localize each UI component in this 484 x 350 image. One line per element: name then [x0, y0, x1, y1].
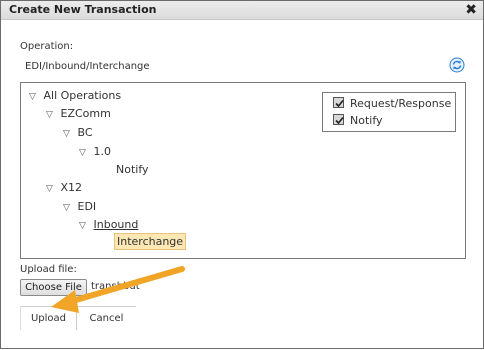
selected-file-name: transhbut — [91, 281, 140, 292]
tree-node-label: X12 — [60, 181, 83, 194]
dialog-button-bar: Upload Cancel — [20, 306, 136, 330]
tree-node-ezcomm[interactable]: ▽ EZComm — [46, 107, 111, 120]
dialog-title: Create New Transaction — [9, 3, 157, 16]
tree-node-edi[interactable]: ▽ EDI — [63, 200, 96, 213]
notify-checkbox-row[interactable]: Notify — [333, 114, 383, 127]
tree-node-notify[interactable]: Notify — [116, 163, 149, 176]
tree-node-label: EZComm — [60, 107, 111, 120]
request-response-checkbox[interactable] — [333, 97, 344, 108]
cancel-button[interactable]: Cancel — [77, 306, 136, 330]
tree-node-1-0[interactable]: ▽ 1.0 — [79, 145, 111, 158]
tree-node-label: All Operations — [43, 89, 122, 102]
tree-node-label: BC — [77, 126, 93, 139]
tree-node-inbound[interactable]: ▽ Inbound — [79, 218, 138, 231]
operation-label: Operation: — [20, 41, 74, 52]
create-transaction-dialog: Create New Transaction ✖ Operation: EDI/… — [0, 0, 484, 349]
request-response-checkbox-row[interactable]: Request/Response — [333, 97, 451, 110]
expand-triangle-icon[interactable]: ▽ — [46, 184, 57, 194]
tree-node-label: EDI — [77, 200, 97, 213]
expand-triangle-icon[interactable]: ▽ — [79, 148, 90, 158]
close-icon[interactable]: ✖ — [465, 1, 477, 19]
operation-path: EDI/Inbound/Interchange — [25, 61, 150, 72]
refresh-icon[interactable] — [449, 57, 465, 73]
expand-triangle-icon[interactable]: ▽ — [79, 221, 90, 231]
filter-checkboxes: Request/Response Notify — [322, 92, 456, 132]
choose-file-button[interactable]: Choose File — [20, 279, 87, 296]
tree-node-x12[interactable]: ▽ X12 — [46, 181, 82, 194]
tree-node-bc[interactable]: ▽ BC — [63, 126, 93, 139]
tree-node-all-operations[interactable]: ▽ All Operations — [29, 89, 121, 102]
notify-label: Notify — [350, 114, 383, 127]
tree-node-label: 1.0 — [93, 145, 112, 158]
expand-triangle-icon[interactable]: ▽ — [29, 92, 40, 102]
expand-triangle-icon[interactable]: ▽ — [63, 203, 74, 213]
tree-node-interchange[interactable]: Interchange — [114, 233, 187, 250]
operations-tree: ▽ All Operations ▽ EZComm ▽ BC ▽ 1.0 Not… — [20, 82, 466, 259]
notify-checkbox[interactable] — [333, 114, 344, 125]
upload-file-label: Upload file: — [20, 264, 77, 275]
dialog-titlebar: Create New Transaction ✖ — [1, 1, 483, 20]
expand-triangle-icon[interactable]: ▽ — [46, 110, 57, 120]
expand-triangle-icon[interactable]: ▽ — [63, 129, 74, 139]
tree-node-label-selected: Interchange — [114, 233, 187, 250]
upload-button[interactable]: Upload — [20, 306, 77, 330]
tree-node-label: Inbound — [93, 218, 139, 231]
tree-node-label: Notify — [116, 163, 149, 176]
request-response-label: Request/Response — [350, 97, 452, 110]
